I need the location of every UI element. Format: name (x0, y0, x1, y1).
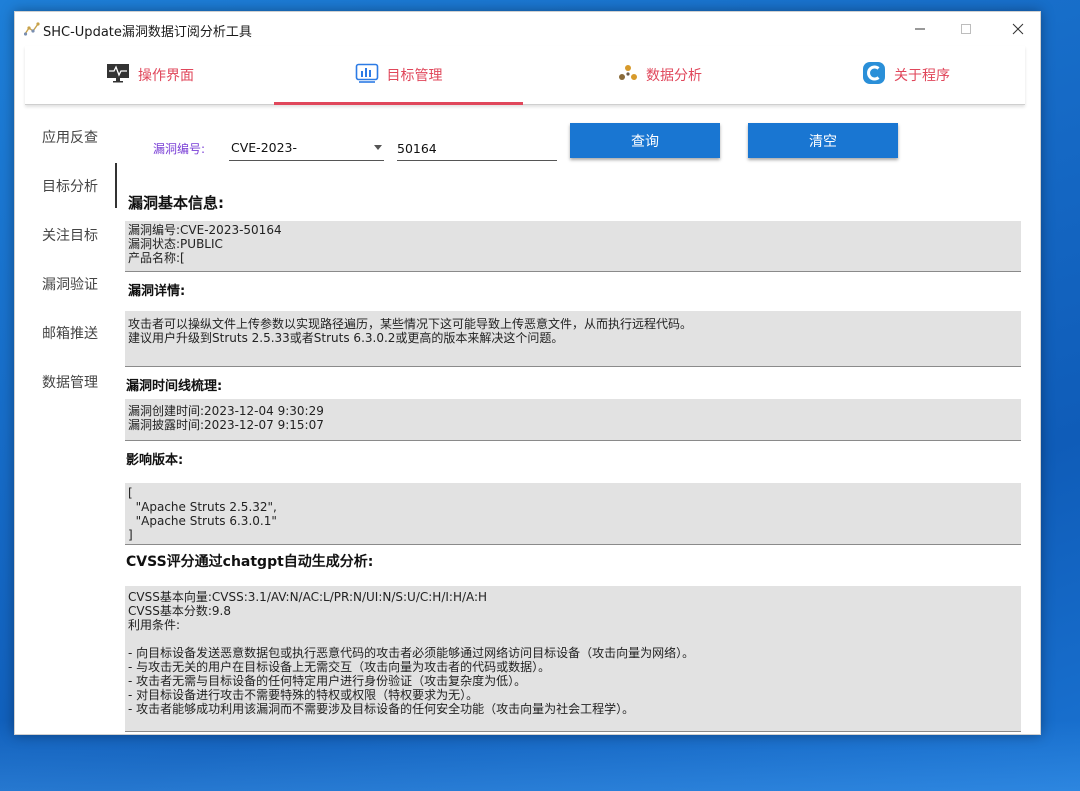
sidebar: 应用反查 目标分析 关注目标 漏洞验证 邮箱推送 数据管理 (15, 112, 117, 406)
chevron-down-icon (374, 145, 382, 150)
tab-label: 操作界面 (138, 68, 194, 84)
close-button[interactable] (995, 16, 1040, 42)
text-line (128, 632, 1018, 646)
query-button[interactable]: 查询 (570, 123, 720, 158)
sidebar-item-label: 目标分析 (42, 178, 98, 195)
close-icon (1012, 23, 1024, 35)
tab-label: 数据分析 (646, 68, 702, 84)
sidebar-item-email-push[interactable]: 邮箱推送 (15, 308, 117, 357)
top-navigation: 操作界面 目标管理 数据分析 关于程序 (25, 46, 1025, 105)
section-title-detail: 漏洞详情: (128, 284, 186, 299)
text-line: - 对目标设备进行攻击不需要特殊的特权或权限（特权要求为无）。 (128, 688, 479, 702)
app-window: SHC-Update漏洞数据订阅分析工具 操作界面 目标管理 数据分析 关于程序… (14, 11, 1041, 735)
cluster-icon (618, 63, 638, 87)
clear-button[interactable]: 清空 (748, 123, 898, 158)
section-title-basic: 漏洞基本信息: (128, 194, 224, 212)
maximize-button[interactable] (943, 16, 989, 42)
select-value: CVE-2023- (231, 140, 298, 155)
main-content: 漏洞编号: CVE-2023- 查询 清空 漏洞基本信息: 漏洞编号:CVE-2… (125, 112, 1025, 732)
vuln-number-input[interactable] (397, 137, 557, 161)
tab-target-management[interactable]: 目标管理 (274, 46, 523, 105)
sidebar-item-label: 关注目标 (42, 227, 98, 244)
text-line: 产品名称:[ (128, 251, 185, 265)
tab-data-analysis[interactable]: 数据分析 (605, 46, 715, 104)
text-line: "Apache Struts 6.3.0.1" (128, 514, 277, 528)
sidebar-item-data-management[interactable]: 数据管理 (15, 357, 117, 406)
section-title-cvss: CVSS评分通过chatgpt自动生成分析: (126, 554, 374, 570)
window-title: SHC-Update漏洞数据订阅分析工具 (43, 25, 252, 40)
sidebar-item-target-analysis[interactable]: 目标分析 (15, 161, 117, 210)
sidebar-item-label: 漏洞验证 (42, 276, 98, 293)
title-bar[interactable]: SHC-Update漏洞数据订阅分析工具 (15, 12, 1040, 46)
sidebar-item-watch-targets[interactable]: 关注目标 (15, 210, 117, 259)
text-line: [ (128, 486, 133, 500)
text-line: CVSS基本向量:CVSS:3.1/AV:N/AC:L/PR:N/UI:N/S:… (128, 590, 488, 604)
timeline-box: 漏洞创建时间:2023-12-04 9:30:29 漏洞披露时间:2023-12… (125, 399, 1021, 441)
text-line: ] (128, 528, 133, 542)
text-line: 漏洞披露时间:2023-12-07 9:15:07 (128, 418, 324, 432)
vuln-id-label: 漏洞编号: (153, 142, 206, 156)
cvss-box: CVSS基本向量:CVSS:3.1/AV:N/AC:L/PR:N/UI:N/S:… (125, 586, 1021, 732)
text-line: 漏洞创建时间:2023-12-04 9:30:29 (128, 404, 324, 418)
sidebar-item-label: 邮箱推送 (42, 325, 98, 342)
text-line: CVSS基本分数:9.8 (128, 604, 231, 618)
section-title-timeline: 漏洞时间线梳理: (126, 379, 223, 394)
maximize-icon (961, 24, 971, 34)
text-line: - 攻击者无需与目标设备的任何特定用户进行身份验证（攻击复杂度为低）。 (128, 674, 527, 688)
tab-about[interactable]: 关于程序 (851, 46, 961, 104)
text-line: 漏洞编号:CVE-2023-50164 (128, 223, 282, 237)
tab-operation[interactable]: 操作界面 (95, 46, 205, 104)
versions-box: [ "Apache Struts 2.5.32", "Apache Struts… (125, 483, 1021, 545)
tab-label: 目标管理 (386, 68, 443, 84)
detail-box: 攻击者可以操纵文件上传参数以实现路径遍历，某些情况下这可能导致上传恶意文件，从而… (125, 311, 1021, 367)
text-line: - 向目标设备发送恶意数据包或执行恶意代码的攻击者必须能够通过网络访问目标设备（… (128, 646, 695, 660)
c-logo-icon (862, 61, 886, 89)
text-line: 漏洞状态:PUBLIC (128, 237, 223, 251)
text-line: "Apache Struts 2.5.32", (128, 500, 277, 514)
minimize-button[interactable] (897, 16, 943, 42)
text-line: 建议用户升级到Struts 2.5.33或者Struts 6.3.0.2或更高的… (128, 331, 564, 345)
sidebar-item-app-lookup[interactable]: 应用反查 (15, 112, 117, 161)
tab-label: 关于程序 (894, 68, 950, 84)
minimize-icon (915, 28, 925, 30)
cve-prefix-select[interactable]: CVE-2023- (229, 137, 384, 161)
sidebar-item-label: 应用反查 (42, 129, 98, 146)
monitor-icon (106, 63, 130, 87)
section-title-versions: 影响版本: (126, 453, 184, 468)
text-line: 攻击者可以操纵文件上传参数以实现路径遍历，某些情况下这可能导致上传恶意文件，从而… (128, 317, 693, 331)
basic-info-box: 漏洞编号:CVE-2023-50164 漏洞状态:PUBLIC 产品名称:[ (125, 221, 1021, 272)
sidebar-item-vuln-verify[interactable]: 漏洞验证 (15, 259, 117, 308)
chart-panel-icon (355, 63, 379, 87)
text-line: - 与攻击无关的用户在目标设备上无需交互（攻击向量为攻击者的代码或数据）。 (128, 660, 551, 674)
text-line: - 攻击者能够成功利用该漏洞而不需要涉及目标设备的任何安全功能（攻击向量为社会工… (128, 702, 635, 716)
app-logo-icon (23, 21, 40, 36)
sidebar-item-label: 数据管理 (42, 374, 98, 391)
text-line: 利用条件: (128, 618, 181, 632)
